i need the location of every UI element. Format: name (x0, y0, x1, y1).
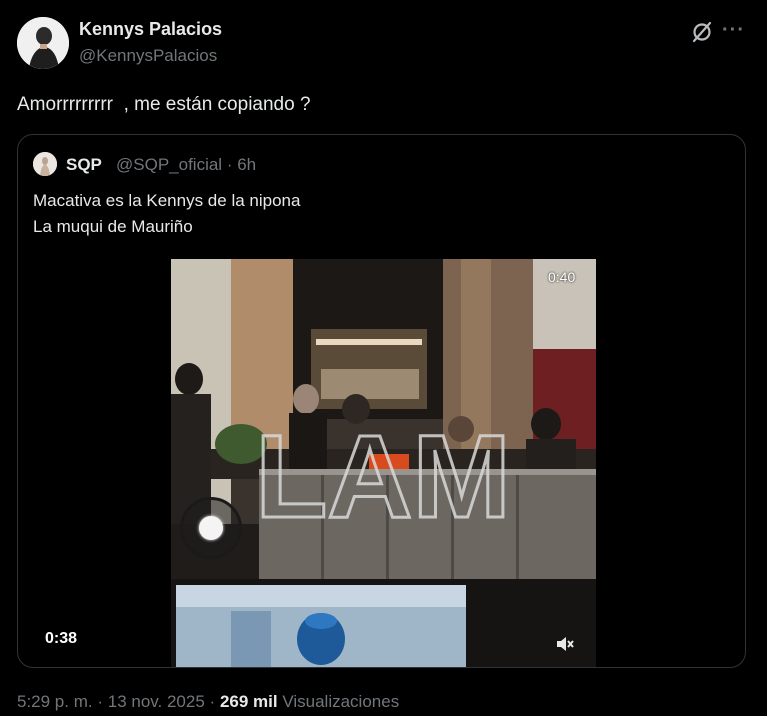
footer-separator: · (97, 692, 104, 711)
tweet-footer: 5:29 p. m. · 13 nov. 2025 · 269 mil Visu… (17, 692, 399, 712)
author-handle[interactable]: @KennysPalacios (79, 46, 217, 66)
meta-separator: · (226, 155, 233, 174)
post-time[interactable]: 5:29 p. m. (17, 692, 93, 711)
quote-text-line-1: Macativa es la Kennys de la nipona (33, 191, 301, 210)
views-label: Visualizaciones (282, 692, 400, 711)
video-frame: LAM (171, 259, 596, 667)
quote-time[interactable]: 6h (237, 155, 256, 174)
author-avatar[interactable] (17, 17, 69, 69)
video-watermark: LAM (255, 411, 511, 543)
volume-muted-icon[interactable] (555, 634, 575, 654)
video-duration-top: 0:40 (548, 269, 576, 285)
tweet-page: Kennys Palacios @KennysPalacios ··· Amor… (0, 0, 767, 716)
video-time-remaining: 0:38 (45, 630, 78, 647)
views-count: 269 mil (219, 692, 278, 711)
play-indicator-icon (199, 516, 223, 540)
video-player[interactable]: LAM (171, 259, 596, 667)
quoted-tweet-card[interactable]: SQP @SQP_oficial · 6h Macativa es la Ken… (17, 134, 746, 668)
footer-separator-2: · (209, 692, 216, 711)
quote-author-meta: @SQP_oficial · 6h (116, 155, 256, 175)
more-options-icon[interactable]: ··· (722, 18, 750, 42)
quote-text-line-2: La muqui de Mauriño (33, 217, 193, 236)
quote-author-handle[interactable]: @SQP_oficial (116, 155, 222, 174)
grok-icon[interactable] (690, 20, 714, 44)
tweet-text: Amorrrrrrrrr , me están copiando ? (17, 94, 311, 115)
quote-author-name[interactable]: SQP (66, 155, 102, 175)
post-date[interactable]: 13 nov. 2025 (108, 692, 205, 711)
author-name[interactable]: Kennys Palacios (79, 19, 222, 40)
play-control[interactable] (180, 497, 242, 559)
quote-author-avatar[interactable] (33, 152, 57, 176)
